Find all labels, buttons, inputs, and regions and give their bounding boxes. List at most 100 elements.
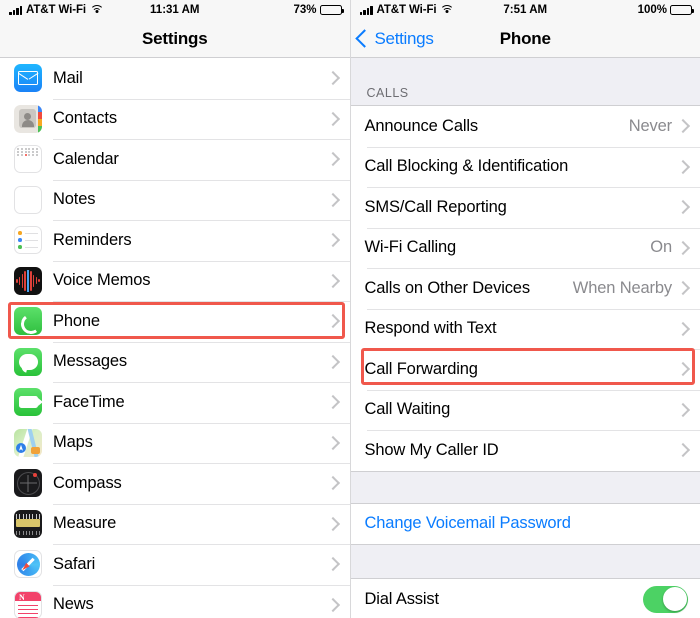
chevron-right-icon bbox=[325, 71, 340, 86]
cellular-signal-icon bbox=[9, 5, 22, 15]
row-label: Measure bbox=[53, 514, 117, 533]
left-status-left: AT&T Wi-Fi bbox=[9, 4, 104, 16]
chevron-right-icon bbox=[675, 402, 691, 417]
dial-assist-toggle[interactable] bbox=[643, 585, 688, 613]
contacts-app-icon bbox=[14, 104, 42, 133]
list-section-gap bbox=[350, 470, 700, 504]
chevron-right-icon bbox=[675, 159, 691, 174]
left-status-right: 73% bbox=[293, 4, 344, 16]
setting-row-call-blocking[interactable]: Call Blocking & Identification bbox=[350, 146, 700, 187]
sidebar-item-notes[interactable]: Notes bbox=[0, 179, 350, 220]
wifi-icon bbox=[440, 5, 454, 15]
section-header-calls: CALLS bbox=[350, 58, 700, 105]
right-nav-bar: Settings Phone bbox=[350, 20, 700, 58]
setting-row-call-forwarding[interactable]: Call Forwarding bbox=[350, 349, 700, 390]
row-value: When Nearby bbox=[572, 278, 672, 297]
chevron-right-icon bbox=[325, 314, 340, 329]
chevron-right-icon bbox=[325, 354, 340, 369]
setting-row-call-waiting[interactable]: Call Waiting bbox=[350, 389, 700, 430]
row-label: Dial Assist bbox=[364, 589, 440, 608]
voice-memos-app-icon bbox=[14, 266, 42, 295]
sidebar-item-contacts[interactable]: Contacts bbox=[0, 98, 350, 139]
row-label: News bbox=[53, 595, 94, 614]
row-label: Maps bbox=[53, 433, 93, 452]
section-header-label: CALLS bbox=[366, 86, 409, 100]
back-button[interactable]: Settings bbox=[351, 29, 434, 49]
setting-row-show-my-caller-id[interactable]: Show My Caller ID bbox=[350, 430, 700, 471]
sidebar-item-mail[interactable]: Mail bbox=[0, 58, 350, 99]
maps-app-icon bbox=[14, 428, 42, 457]
sidebar-item-facetime[interactable]: FaceTime bbox=[0, 382, 350, 423]
sidebar-item-phone[interactable]: Phone bbox=[0, 301, 350, 342]
back-button-label: Settings bbox=[374, 28, 434, 48]
dual-phone-screenshot: AT&T Wi-Fi 11:31 AM 73% Settings Mail Co… bbox=[0, 0, 700, 618]
cellular-signal-icon bbox=[359, 5, 373, 15]
chevron-right-icon bbox=[675, 240, 691, 255]
chevron-right-icon bbox=[325, 597, 340, 612]
sidebar-item-compass[interactable]: Compass bbox=[0, 463, 350, 504]
battery-percent: 73% bbox=[293, 4, 317, 16]
row-label: Announce Calls bbox=[364, 116, 479, 135]
setting-row-wifi-calling[interactable]: Wi-Fi Calling On bbox=[350, 227, 700, 268]
chevron-right-icon bbox=[325, 273, 340, 288]
chevron-left-icon bbox=[354, 29, 374, 48]
right-status-bar: AT&T Wi-Fi 7:51 AM 100% bbox=[350, 0, 700, 20]
safari-app-icon bbox=[14, 550, 42, 579]
phone-app-icon bbox=[14, 307, 42, 336]
setting-row-announce-calls[interactable]: Announce Calls Never bbox=[350, 106, 700, 147]
news-app-icon: N bbox=[14, 590, 42, 618]
change-voicemail-password-button[interactable]: Change Voicemail Password bbox=[350, 503, 700, 544]
left-status-bar: AT&T Wi-Fi 11:31 AM 73% bbox=[0, 0, 350, 20]
facetime-app-icon bbox=[14, 388, 42, 417]
left-phone-panel: AT&T Wi-Fi 11:31 AM 73% Settings Mail Co… bbox=[0, 0, 351, 618]
sidebar-item-news[interactable]: N News bbox=[0, 584, 350, 618]
sidebar-item-safari[interactable]: Safari bbox=[0, 544, 350, 585]
row-label: Show My Caller ID bbox=[364, 440, 499, 459]
measure-app-icon bbox=[14, 509, 42, 538]
chevron-right-icon bbox=[675, 321, 691, 336]
sidebar-item-voice-memos[interactable]: Voice Memos bbox=[0, 260, 350, 301]
row-label: Notes bbox=[53, 190, 96, 209]
calendar-app-icon bbox=[14, 145, 42, 174]
row-label: Calendar bbox=[53, 149, 119, 168]
mail-app-icon bbox=[14, 64, 42, 93]
chevron-right-icon bbox=[325, 111, 340, 126]
setting-row-calls-on-other-devices[interactable]: Calls on Other Devices When Nearby bbox=[350, 268, 700, 309]
battery-icon bbox=[670, 4, 694, 16]
notes-app-icon bbox=[14, 185, 42, 214]
settings-list[interactable]: Mail Contacts Calendar Notes Reminders V… bbox=[0, 58, 350, 618]
chevron-right-icon bbox=[325, 516, 340, 531]
row-label: Messages bbox=[53, 352, 128, 371]
reminders-app-icon bbox=[14, 226, 42, 255]
setting-row-sms-call-reporting[interactable]: SMS/Call Reporting bbox=[350, 187, 700, 228]
row-label: Reminders bbox=[53, 230, 132, 249]
setting-row-respond-with-text[interactable]: Respond with Text bbox=[350, 308, 700, 349]
chevron-right-icon bbox=[325, 152, 340, 167]
chevron-right-icon bbox=[675, 281, 691, 296]
chevron-right-icon bbox=[325, 476, 340, 491]
carrier-label: AT&T Wi-Fi bbox=[26, 4, 86, 16]
right-status-left: AT&T Wi-Fi bbox=[359, 4, 454, 16]
chevron-right-icon bbox=[675, 119, 691, 134]
sidebar-item-reminders[interactable]: Reminders bbox=[0, 220, 350, 261]
row-label: SMS/Call Reporting bbox=[364, 197, 507, 216]
sidebar-item-messages[interactable]: Messages bbox=[0, 341, 350, 382]
row-label: Call Forwarding bbox=[364, 359, 478, 378]
wifi-icon bbox=[89, 5, 104, 15]
sidebar-item-calendar[interactable]: Calendar bbox=[0, 139, 350, 180]
right-status-right: 100% bbox=[638, 4, 694, 16]
battery-icon bbox=[319, 4, 344, 16]
row-value: On bbox=[650, 238, 672, 257]
chevron-right-icon bbox=[325, 435, 340, 450]
chevron-right-icon bbox=[675, 443, 691, 458]
row-label: Voice Memos bbox=[53, 271, 151, 290]
phone-settings-list[interactable]: CALLS Announce Calls Never Call Blocking… bbox=[350, 58, 700, 618]
setting-row-dial-assist[interactable]: Dial Assist bbox=[350, 579, 700, 618]
sidebar-item-maps[interactable]: Maps bbox=[0, 422, 350, 463]
row-label: Respond with Text bbox=[364, 319, 497, 338]
row-label: Change Voicemail Password bbox=[364, 514, 571, 533]
sidebar-item-measure[interactable]: Measure bbox=[0, 503, 350, 544]
list-section-gap bbox=[350, 544, 700, 579]
left-nav-bar: Settings bbox=[0, 20, 350, 58]
row-label: Mail bbox=[53, 68, 83, 87]
